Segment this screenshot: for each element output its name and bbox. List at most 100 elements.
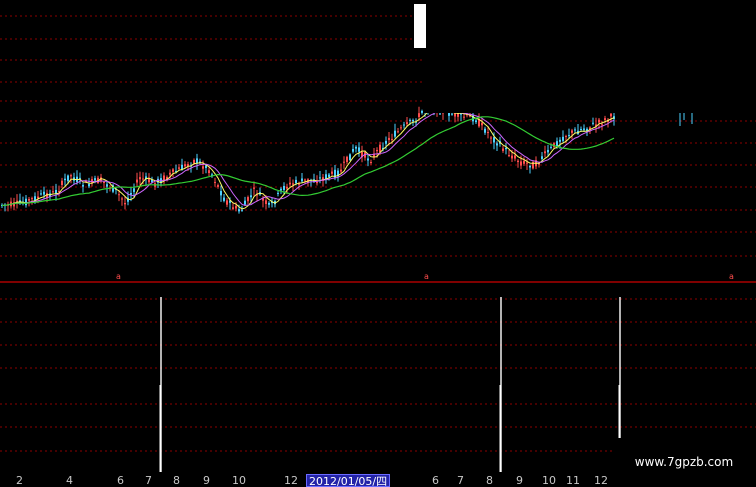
candle-body (64, 178, 66, 181)
candle-body (118, 194, 120, 196)
candle-body (376, 150, 378, 152)
candle-body (475, 120, 477, 123)
candle-body (358, 147, 360, 152)
candle-body (598, 119, 600, 123)
candle-body (352, 149, 354, 152)
candle-body (94, 178, 96, 181)
candle-body (130, 192, 132, 195)
overlay-mask (424, 0, 756, 113)
candle-body (184, 164, 186, 167)
candle-body (574, 129, 576, 131)
candle-body (37, 196, 39, 199)
candle-body (547, 149, 549, 153)
candle-body (409, 119, 411, 121)
axis-tick: 6 (432, 474, 439, 487)
candle-body (601, 124, 603, 126)
candle-body (328, 174, 330, 177)
candle-body (238, 209, 240, 212)
candle-body (550, 146, 552, 148)
candle-body (208, 170, 210, 174)
candle-body (463, 116, 465, 118)
cursor-block (414, 4, 426, 48)
candle-body (136, 179, 138, 183)
candle-body (511, 155, 513, 159)
candle-body (544, 151, 546, 154)
cursor-date-label: 2012/01/05/四 (306, 474, 391, 487)
candle-body (523, 160, 525, 164)
candle-body (298, 183, 300, 185)
candle-body (202, 166, 204, 169)
axis-tick: 10 (232, 474, 246, 487)
candle-body (217, 185, 219, 187)
signal-marker: a (424, 272, 429, 281)
candle-body (505, 147, 507, 150)
candle-body (568, 135, 570, 137)
axis-tick: 11 (566, 474, 580, 487)
candle-body (316, 181, 318, 184)
candle-body (517, 160, 519, 163)
candle-body (451, 113, 453, 115)
candle-body (82, 184, 84, 187)
candle-body (439, 113, 441, 115)
candle-body (292, 183, 294, 185)
candle-body (139, 177, 141, 180)
candle-body (343, 161, 345, 163)
axis-tick: 12 (594, 474, 608, 487)
candle-body (214, 181, 216, 183)
candle-body (493, 137, 495, 143)
candle-body (43, 191, 45, 195)
axis-tick: 7 (145, 474, 152, 487)
candle-body (331, 171, 333, 174)
candle-body (418, 113, 420, 118)
axis-tick: 7 (457, 474, 464, 487)
candle-body (28, 198, 30, 201)
axis-tick: 2 (16, 474, 23, 487)
candle-body (193, 159, 195, 164)
candle-body (172, 169, 174, 172)
candle-body (67, 175, 69, 182)
candle-body (571, 130, 573, 133)
candle-body (559, 139, 561, 142)
candle-body (106, 184, 108, 187)
candle-body (562, 136, 564, 141)
candle-body (283, 185, 285, 191)
candle-body (121, 198, 123, 200)
candle-body (169, 172, 171, 175)
candle-body (52, 191, 54, 193)
candle-body (232, 207, 234, 209)
candle-body (481, 122, 483, 126)
candle-body (196, 158, 198, 164)
candle-body (604, 118, 606, 121)
axis-tick: 4 (66, 474, 73, 487)
candle-body (235, 206, 237, 209)
candle-body (340, 169, 342, 172)
candle-body (592, 122, 594, 124)
candle-body (103, 181, 105, 183)
candle-body (319, 177, 321, 179)
candle-body (526, 162, 528, 164)
candle-body (289, 182, 291, 185)
signal-marker: a (116, 272, 121, 281)
candle-body (247, 197, 249, 202)
candle-body (16, 200, 18, 202)
candle-body (346, 156, 348, 163)
candle-body (541, 156, 543, 159)
candle-body (487, 132, 489, 134)
axis-tick: 6 (117, 474, 124, 487)
candle-body (70, 175, 72, 177)
candle-body (253, 187, 255, 189)
candle-body (88, 183, 90, 187)
candle-body (391, 138, 393, 140)
candle-body (370, 162, 372, 164)
candle-body (610, 113, 612, 117)
candle-body (520, 161, 522, 166)
watermark: www.7gpzb.com (612, 438, 756, 487)
axis-tick: 10 (542, 474, 556, 487)
candle-body (241, 209, 243, 211)
axis-tick: 9 (203, 474, 210, 487)
candle-body (388, 137, 390, 141)
axis-tick: 8 (486, 474, 493, 487)
candle-body (142, 178, 144, 180)
candle-body (226, 200, 228, 205)
candle-body (406, 122, 408, 125)
